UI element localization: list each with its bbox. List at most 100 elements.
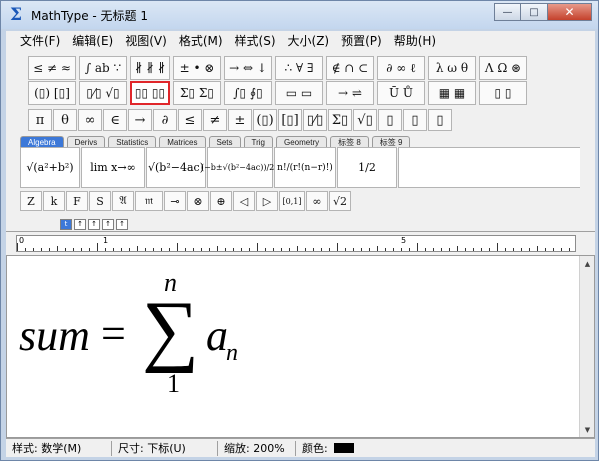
summand-term[interactable]: a <box>206 314 228 358</box>
menu-format[interactable]: 格式(M) <box>173 32 229 49</box>
color-swatch[interactable] <box>333 443 354 453</box>
embellishments-palette-button[interactable]: ∦ ∦ ∦ <box>130 56 170 80</box>
theta-symbol-button[interactable]: θ <box>53 109 77 131</box>
relations-palette-button[interactable]: ≤ ≠ ≈ <box>28 56 76 80</box>
spaces-ellipses-palette-button[interactable]: ∫ ab ∵ <box>79 56 127 80</box>
less-equal-symbol-button[interactable]: ≤ <box>178 109 202 131</box>
sum-lower-limit[interactable]: 1 <box>167 371 180 397</box>
integrals-palette-button[interactable]: ∫▯ ∮▯ <box>224 81 272 105</box>
matrices-palette-button[interactable]: ▦ ▦ <box>428 81 476 105</box>
format-toggle-button[interactable]: ↑ <box>116 218 128 230</box>
template-empty-slot[interactable] <box>398 147 580 188</box>
misc-symbols-palette-button[interactable]: ∂ ∞ ℓ <box>377 56 425 80</box>
small-symbol-button[interactable]: k <box>43 191 65 211</box>
small-symbol-button[interactable]: 𝔪 <box>135 191 163 211</box>
menu-style[interactable]: 样式(S) <box>229 32 282 49</box>
maximize-button[interactable]: □ <box>521 3 548 21</box>
status-zoom: 缩放: 200% <box>218 440 296 456</box>
format-toggle-button[interactable]: ↑ <box>88 218 100 230</box>
small-symbol-button[interactable]: ⊗ <box>187 191 209 211</box>
small-symbol-button[interactable]: [0,1] <box>279 191 305 211</box>
template-discriminant[interactable]: √(b²−4ac) <box>146 147 206 188</box>
menu-help[interactable]: 帮助(H) <box>388 32 442 49</box>
tab-sets[interactable]: Sets <box>208 136 241 147</box>
fences-palette-button[interactable]: (▯) [▯] <box>28 81 76 105</box>
set-theory-palette-button[interactable]: ∉ ∩ ⊂ <box>326 56 374 80</box>
arrows-palette-button[interactable]: → ⇔ ↓ <box>224 56 272 80</box>
logical-palette-button[interactable]: ∴ ∀ ∃ <box>275 56 323 80</box>
menu-view[interactable]: 视图(V) <box>119 32 173 49</box>
boxes-palette-button[interactable]: ▯ ▯ <box>479 81 527 105</box>
underbar-overbar-palette-button[interactable]: ▭ ▭ <box>275 81 323 105</box>
plus-minus-symbol-button[interactable]: ± <box>228 109 252 131</box>
tab-algebra[interactable]: Algebra <box>20 136 64 147</box>
small-symbol-button[interactable]: ⊕ <box>210 191 232 211</box>
tab-geometry[interactable]: Geometry <box>276 136 328 147</box>
small-symbol-button[interactable]: Z <box>20 191 42 211</box>
ruler-tick <box>393 248 394 251</box>
right-arrow-symbol-button[interactable]: → <box>128 109 152 131</box>
fraction-template-button[interactable]: ▯⁄▯ <box>303 109 327 131</box>
pi-symbol-button[interactable]: π <box>28 109 52 131</box>
summation-operator[interactable]: ∑ <box>142 290 199 370</box>
format-toggle-button[interactable]: ↑ <box>102 218 114 230</box>
tab-matrices[interactable]: Matrices <box>159 136 206 147</box>
tab-derivs[interactable]: Derivs <box>66 136 106 147</box>
equation-editor[interactable]: sum = n ∑ 1 a n ▲ ▼ <box>6 255 595 438</box>
template-quadratic-formula[interactable]: (−b±√(b²−4ac))/2a <box>201 147 279 188</box>
element-of-symbol-button[interactable]: ∈ <box>103 109 127 131</box>
products-set-palette-button[interactable]: Ū Ů <box>377 81 425 105</box>
greek-lowercase-palette-button[interactable]: λ ω θ <box>428 56 476 80</box>
small-symbol-button[interactable]: 𝔄 <box>112 191 134 211</box>
labeled-arrows-palette-button[interactable]: → ⇌ <box>326 81 374 105</box>
tab-statistics[interactable]: Statistics <box>108 136 157 147</box>
sqrt-template-button[interactable]: √▯ <box>353 109 377 131</box>
template-combination[interactable]: n!/(r!(n−r)!) <box>274 147 336 188</box>
vertical-scrollbar[interactable]: ▲ ▼ <box>579 256 594 437</box>
template-pythagorean[interactable]: √(a²+b²) <box>20 147 80 188</box>
summand-subscript[interactable]: n <box>226 341 238 365</box>
sub-superscript-template-button[interactable]: ▯ <box>428 109 452 131</box>
superscript-template-button[interactable]: ▯ <box>378 109 402 131</box>
ruler-tick <box>41 248 42 251</box>
small-symbol-button[interactable]: S <box>89 191 111 211</box>
small-symbol-button[interactable]: ▷ <box>256 191 278 211</box>
menu-file[interactable]: 文件(F) <box>14 32 66 49</box>
ruler-label-0: 0 <box>19 236 25 245</box>
scroll-up-arrow-icon[interactable]: ▲ <box>580 256 595 271</box>
ruler-strip[interactable]: 0 1 5 <box>16 235 576 252</box>
tab-trig[interactable]: Trig <box>243 136 273 147</box>
partial-symbol-button[interactable]: ∂ <box>153 109 177 131</box>
scroll-down-arrow-icon[interactable]: ▼ <box>580 422 595 437</box>
menu-edit[interactable]: 编辑(E) <box>66 32 119 49</box>
subscript-template-button[interactable]: ▯ <box>403 109 427 131</box>
equation-equals[interactable]: = <box>101 312 126 356</box>
small-symbol-button[interactable]: ⊸ <box>164 191 186 211</box>
small-symbol-button[interactable]: F <box>66 191 88 211</box>
template-limit[interactable]: lim x→∞ <box>81 147 145 188</box>
greek-uppercase-palette-button[interactable]: Λ Ω ⊛ <box>479 56 527 80</box>
menu-preferences[interactable]: 预置(P) <box>335 32 388 49</box>
brackets-template-button[interactable]: [▯] <box>278 109 302 131</box>
summation-palette-button[interactable]: Σ▯ Σ▯ <box>173 81 221 105</box>
fractions-radicals-palette-button[interactable]: ▯⁄▯ √▯ <box>79 81 127 105</box>
small-symbol-button[interactable]: √2 <box>329 191 351 211</box>
sum-template-button[interactable]: Σ▯ <box>328 109 352 131</box>
format-toggle-button[interactable]: ↑ <box>74 218 86 230</box>
equation-lhs[interactable]: sum <box>19 314 90 358</box>
infinity-symbol-button[interactable]: ∞ <box>78 109 102 131</box>
tab-label-9[interactable]: 标签 9 <box>371 136 411 147</box>
operators-palette-button[interactable]: ± • ⊗ <box>173 56 221 80</box>
minimize-button[interactable]: — <box>494 3 521 21</box>
parentheses-template-button[interactable]: (▯) <box>253 109 277 131</box>
close-button[interactable]: ✕ <box>548 3 592 21</box>
small-symbol-button[interactable]: ◁ <box>233 191 255 211</box>
format-toggle-button[interactable]: t <box>60 218 72 230</box>
tab-label-8[interactable]: 标签 8 <box>330 136 369 147</box>
equation[interactable]: sum = n ∑ 1 a n <box>19 268 259 428</box>
not-equal-symbol-button[interactable]: ≠ <box>203 109 227 131</box>
template-half[interactable]: 1/2 <box>337 147 397 188</box>
subscript-superscript-palette-button[interactable]: ▯▯ ▯▯ <box>130 81 170 105</box>
small-symbol-button[interactable]: ∞ <box>306 191 328 211</box>
menu-size[interactable]: 大小(Z) <box>282 32 336 49</box>
